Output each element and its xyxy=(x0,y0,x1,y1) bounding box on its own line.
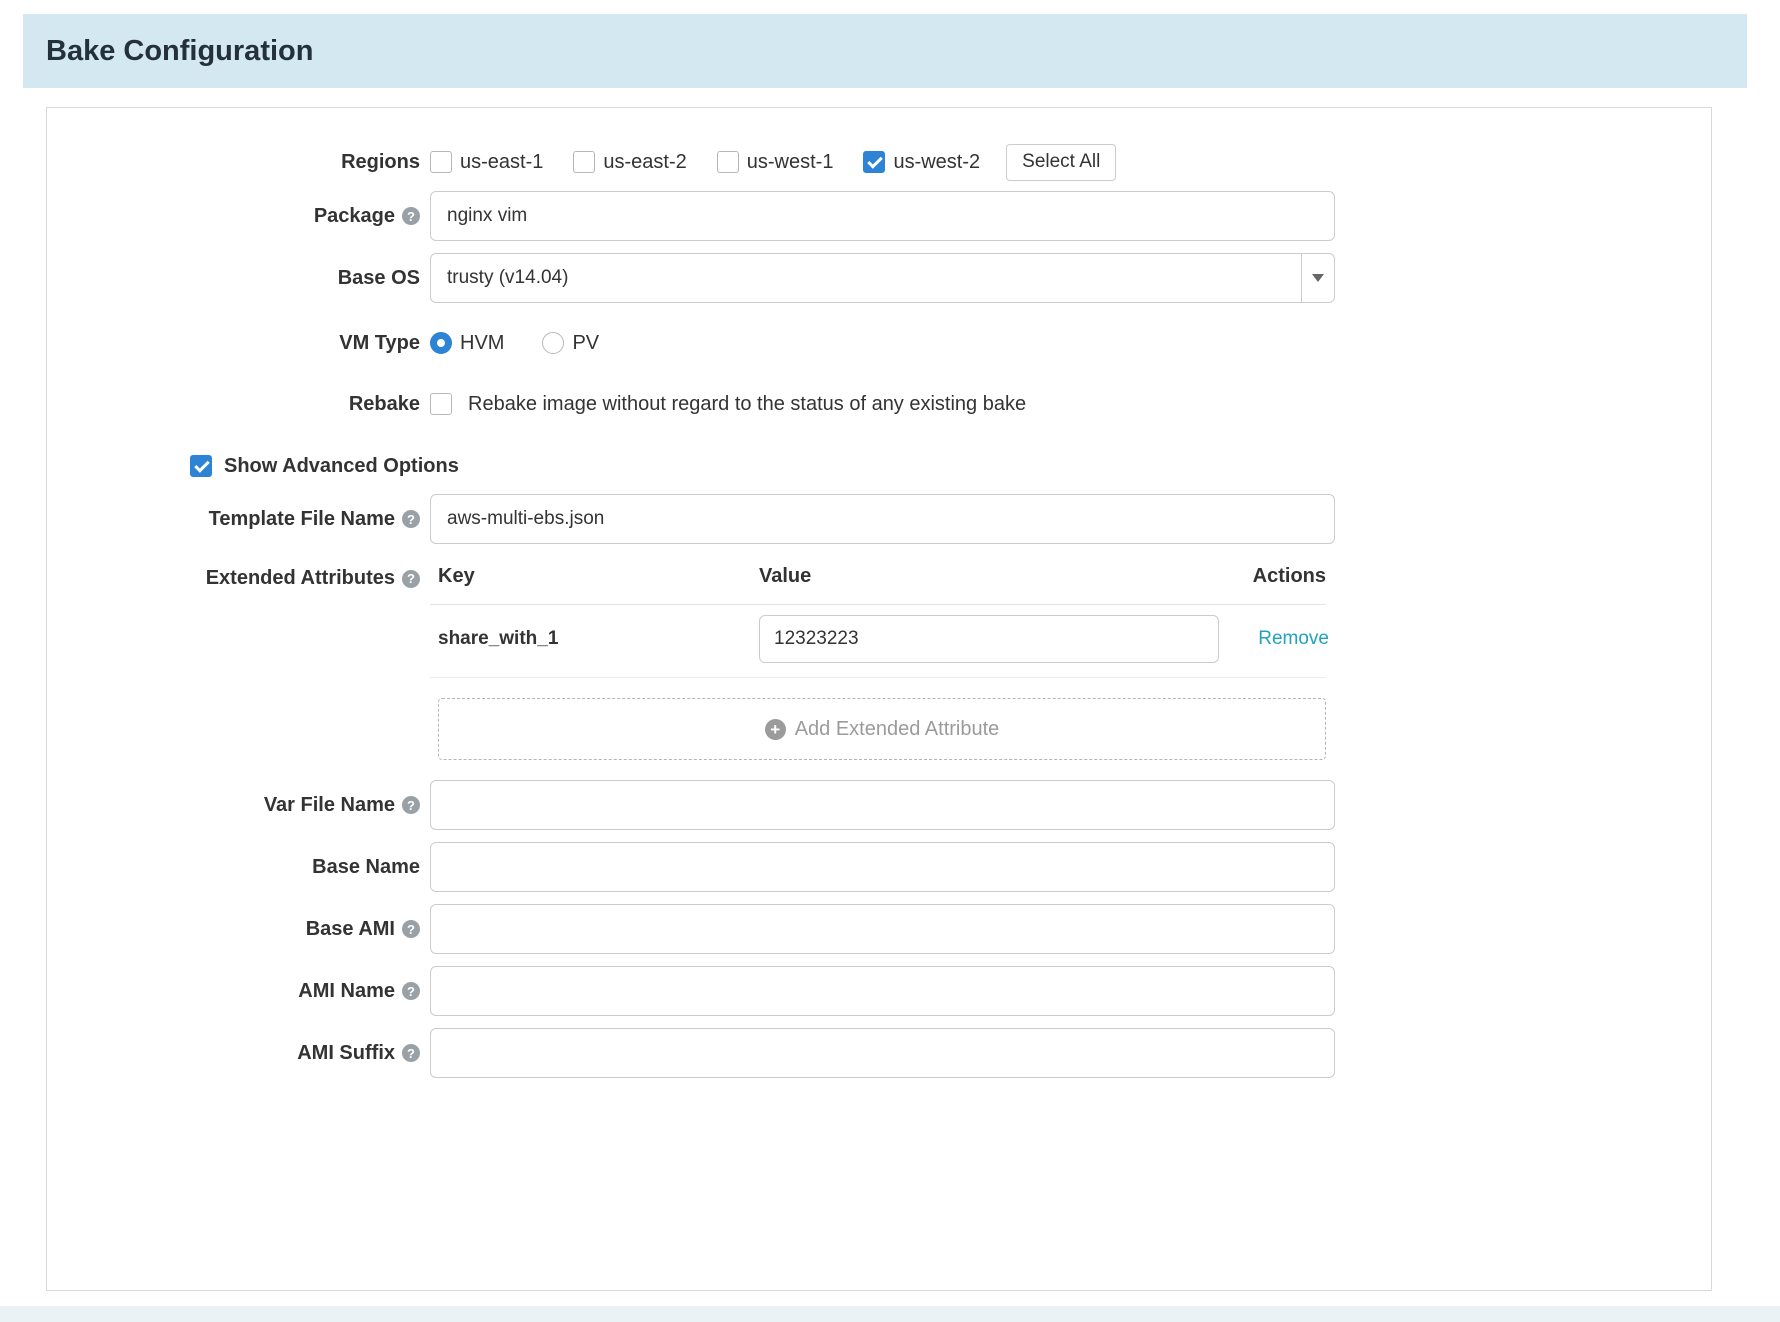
dropdown-caret-box[interactable] xyxy=(1301,254,1334,302)
package-label-text: Package xyxy=(314,205,395,228)
select-all-button[interactable]: Select All xyxy=(1006,144,1116,181)
help-icon[interactable]: ? xyxy=(402,982,420,1000)
show-advanced-checkbox[interactable] xyxy=(190,455,212,477)
vm-type-row: VM Type HVM PV xyxy=(47,323,1711,363)
region-checkbox-us-west-1[interactable]: us-west-1 xyxy=(717,151,834,174)
template-file-name-row: Template File Name ? xyxy=(47,494,1711,544)
extended-attributes-table: Key Value Actions share_with_1 Remove xyxy=(430,559,1326,678)
var-file-name-input[interactable] xyxy=(430,780,1335,830)
region-label: us-west-2 xyxy=(893,151,980,174)
radio-selected-icon[interactable] xyxy=(430,332,452,354)
package-row: Package ? xyxy=(47,191,1711,241)
region-checkbox-us-east-2[interactable]: us-east-2 xyxy=(573,151,686,174)
column-header-key: Key xyxy=(438,565,759,588)
regions-label-text: Regions xyxy=(341,151,420,174)
template-file-name-label-text: Template File Name xyxy=(209,508,395,531)
ami-name-label: AMI Name ? xyxy=(47,980,430,1003)
ami-suffix-label-text: AMI Suffix xyxy=(297,1042,395,1065)
regions-row: Regions us-east-1 us-east-2 us-west-1 us… xyxy=(47,144,1711,180)
region-label: us-east-2 xyxy=(603,151,686,174)
rebake-label: Rebake xyxy=(47,393,430,416)
var-file-name-label-text: Var File Name xyxy=(264,794,395,817)
region-label: us-east-1 xyxy=(460,151,543,174)
base-name-label-text: Base Name xyxy=(312,856,420,879)
template-file-name-label: Template File Name ? xyxy=(47,508,430,531)
chevron-down-icon xyxy=(1312,274,1324,282)
base-name-row: Base Name xyxy=(47,842,1711,892)
base-os-label-text: Base OS xyxy=(338,267,420,290)
extended-attributes-label: Extended Attributes ? xyxy=(47,559,430,590)
regions-label: Regions xyxy=(47,151,430,174)
checkbox-icon[interactable] xyxy=(573,151,595,173)
base-ami-row: Base AMI ? xyxy=(47,904,1711,954)
show-advanced-label: Show Advanced Options xyxy=(224,455,459,478)
bake-configuration-panel: Regions us-east-1 us-east-2 us-west-1 us… xyxy=(46,107,1712,1291)
base-os-label: Base OS xyxy=(47,267,430,290)
var-file-name-label: Var File Name ? xyxy=(47,794,430,817)
help-icon[interactable]: ? xyxy=(402,920,420,938)
ami-name-input[interactable] xyxy=(430,966,1335,1016)
package-input[interactable] xyxy=(430,191,1335,241)
ami-suffix-label: AMI Suffix ? xyxy=(47,1042,430,1065)
page-title: Bake Configuration xyxy=(46,35,313,68)
rebake-label-text: Rebake xyxy=(349,393,420,416)
table-row: share_with_1 Remove xyxy=(430,605,1326,678)
vm-type-radio-pv[interactable]: PV xyxy=(542,332,599,355)
base-os-selected-value: trusty (v14.04) xyxy=(447,267,568,289)
vm-type-radio-hvm[interactable]: HVM xyxy=(430,332,504,355)
region-checkbox-us-east-1[interactable]: us-east-1 xyxy=(430,151,543,174)
base-os-select[interactable]: trusty (v14.04) xyxy=(430,253,1335,303)
add-extended-attribute-label: Add Extended Attribute xyxy=(795,718,1000,741)
rebake-checkbox-label: Rebake image without regard to the statu… xyxy=(468,393,1026,416)
show-advanced-row: Show Advanced Options xyxy=(47,446,1711,486)
checkbox-checked-icon[interactable] xyxy=(863,151,885,173)
base-ami-label: Base AMI ? xyxy=(47,918,430,941)
vm-type-label-text: VM Type xyxy=(339,332,420,355)
section-header: Bake Configuration xyxy=(23,14,1747,88)
remove-attribute-link[interactable]: Remove xyxy=(1258,628,1329,649)
base-ami-input[interactable] xyxy=(430,904,1335,954)
plus-circle-icon: + xyxy=(765,719,786,740)
attribute-key: share_with_1 xyxy=(438,628,759,650)
extended-attributes-label-text: Extended Attributes xyxy=(206,567,395,590)
radio-icon[interactable] xyxy=(542,332,564,354)
ami-suffix-row: AMI Suffix ? xyxy=(47,1028,1711,1078)
rebake-row: Rebake Rebake image without regard to th… xyxy=(47,384,1711,424)
vm-type-option-label: HVM xyxy=(460,332,504,355)
help-icon[interactable]: ? xyxy=(402,207,420,225)
vm-type-label: VM Type xyxy=(47,332,430,355)
base-os-row: Base OS trusty (v14.04) xyxy=(47,253,1711,303)
extended-attributes-header: Key Value Actions xyxy=(430,559,1326,605)
region-label: us-west-1 xyxy=(747,151,834,174)
package-label: Package ? xyxy=(47,205,430,228)
checkbox-icon[interactable] xyxy=(430,151,452,173)
help-icon[interactable]: ? xyxy=(402,1044,420,1062)
checkbox-icon[interactable] xyxy=(717,151,739,173)
column-header-actions: Actions xyxy=(1216,565,1326,588)
page-bottom-band xyxy=(0,1306,1780,1322)
base-ami-label-text: Base AMI xyxy=(306,918,395,941)
ami-name-row: AMI Name ? xyxy=(47,966,1711,1016)
base-name-input[interactable] xyxy=(430,842,1335,892)
help-icon[interactable]: ? xyxy=(402,570,420,588)
help-icon[interactable]: ? xyxy=(402,510,420,528)
ami-suffix-input[interactable] xyxy=(430,1028,1335,1078)
extended-attributes-row: Extended Attributes ? Key Value Actions … xyxy=(47,559,1711,760)
base-name-label: Base Name xyxy=(47,856,430,879)
help-icon[interactable]: ? xyxy=(402,796,420,814)
region-checkbox-us-west-2[interactable]: us-west-2 xyxy=(863,151,980,174)
add-extended-attribute-button[interactable]: + Add Extended Attribute xyxy=(438,698,1326,760)
ami-name-label-text: AMI Name xyxy=(298,980,395,1003)
attribute-value-input[interactable] xyxy=(759,615,1219,663)
column-header-value: Value xyxy=(759,565,1216,588)
var-file-name-row: Var File Name ? xyxy=(47,780,1711,830)
template-file-name-input[interactable] xyxy=(430,494,1335,544)
vm-type-option-label: PV xyxy=(572,332,599,355)
rebake-checkbox[interactable] xyxy=(430,393,452,415)
